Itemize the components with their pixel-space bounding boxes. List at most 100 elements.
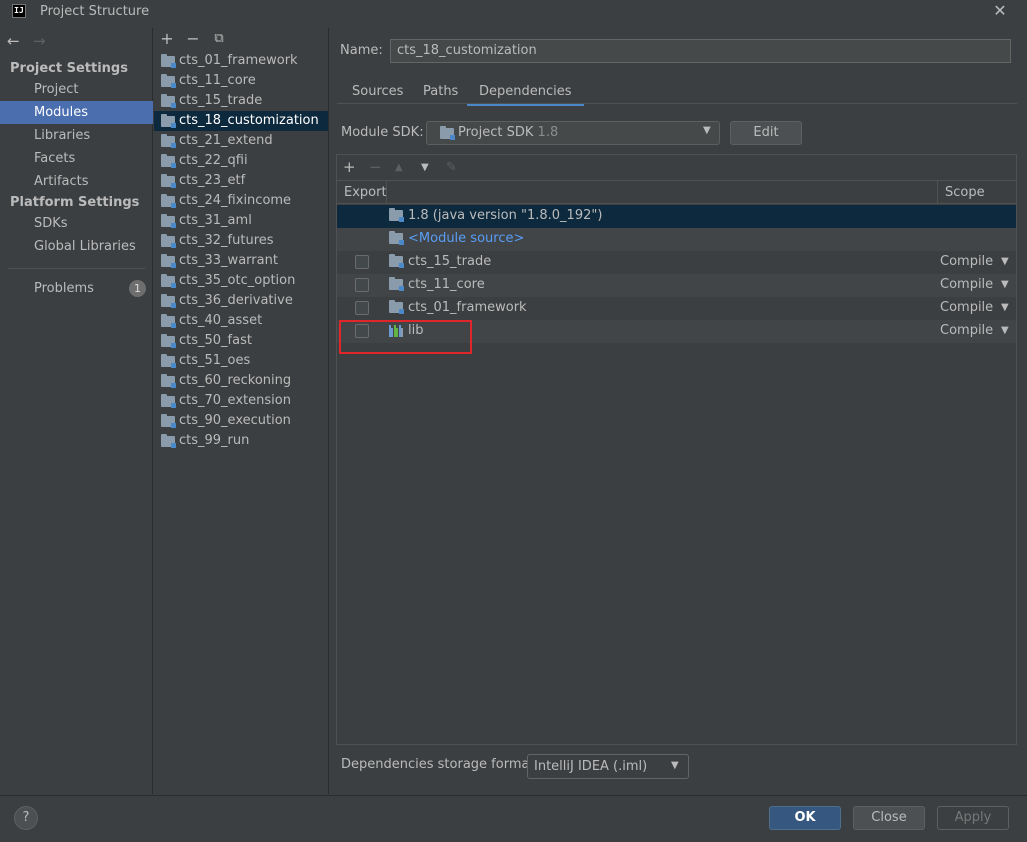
module-item-label: cts_51_oes	[179, 353, 251, 368]
nav-item-facets[interactable]: Facets	[0, 147, 153, 170]
edit-dependency-icon[interactable]: ✎	[446, 160, 457, 175]
module-folder-icon	[389, 300, 404, 314]
module-item-label: cts_99_run	[179, 433, 250, 448]
module-item-label: cts_15_trade	[179, 93, 263, 108]
module-folder-icon	[161, 294, 176, 308]
module-name-input[interactable]: cts_18_customization	[390, 39, 1011, 63]
export-checkbox[interactable]	[355, 301, 369, 315]
module-item-label: cts_31_aml	[179, 213, 252, 228]
chevron-down-icon[interactable]: ▼	[1001, 325, 1009, 336]
scope-column-header[interactable]: Scope	[945, 185, 985, 200]
dependency-name: 1.8 (java version "1.8.0_192")	[408, 208, 603, 223]
export-checkbox[interactable]	[355, 255, 369, 269]
export-column-header[interactable]: Export	[344, 185, 387, 200]
module-item[interactable]: cts_99_run	[154, 431, 328, 451]
module-item[interactable]: cts_60_reckoning	[154, 371, 328, 391]
module-item[interactable]: cts_18_customization	[154, 111, 328, 131]
module-folder-icon	[161, 414, 176, 428]
module-folder-icon	[161, 394, 176, 408]
dependency-row[interactable]: <Module source>	[337, 228, 1016, 251]
column-divider	[937, 181, 938, 203]
add-module-icon[interactable]: +	[157, 30, 177, 48]
nav-item-libraries[interactable]: Libraries	[0, 124, 153, 147]
remove-dependency-icon[interactable]: −	[369, 158, 382, 176]
module-item[interactable]: cts_70_extension	[154, 391, 328, 411]
nav-item-project[interactable]: Project	[0, 78, 153, 101]
back-arrow-icon[interactable]: ←	[7, 32, 20, 50]
title-bar	[0, 0, 1027, 24]
close-window-button[interactable]: ✕	[986, 0, 1014, 24]
highlight-box	[339, 320, 472, 354]
module-folder-icon	[161, 234, 176, 248]
module-folder-icon	[161, 134, 176, 148]
add-dependency-icon[interactable]: +	[343, 158, 356, 176]
module-item[interactable]: cts_35_otc_option	[154, 271, 328, 291]
module-folder-icon	[161, 274, 176, 288]
tab-bar-divider	[337, 103, 1017, 104]
ok-button[interactable]: OK	[769, 806, 841, 830]
chevron-down-icon: ▼	[671, 760, 679, 771]
nav-item-modules[interactable]: Modules	[0, 101, 153, 124]
dependency-row[interactable]: 1.8 (java version "1.8.0_192")	[337, 205, 1016, 228]
module-sdk-version: 1.8	[537, 125, 559, 140]
dependency-scope[interactable]: Compile	[940, 277, 993, 292]
module-item-label: cts_33_warrant	[179, 253, 278, 268]
module-item-label: cts_60_reckoning	[179, 373, 292, 388]
module-item[interactable]: cts_15_trade	[154, 91, 328, 111]
edit-sdk-button[interactable]: Edit	[730, 121, 802, 145]
module-item[interactable]: cts_50_fast	[154, 331, 328, 351]
help-button[interactable]: ?	[14, 806, 38, 830]
dependency-scope[interactable]: Compile	[940, 300, 993, 315]
name-label: Name:	[340, 43, 383, 58]
move-down-icon[interactable]: ▼	[421, 162, 429, 173]
module-folder-icon	[161, 114, 176, 128]
module-item[interactable]: cts_51_oes	[154, 351, 328, 371]
module-item-label: cts_90_execution	[179, 413, 291, 428]
module-item[interactable]: cts_21_extend	[154, 131, 328, 151]
sdk-folder-icon	[440, 126, 455, 140]
nav-item-global-libraries[interactable]: Global Libraries	[0, 235, 153, 258]
module-sdk-value: Project SDK 1.8	[458, 125, 558, 140]
module-item-label: cts_24_fixincome	[179, 193, 292, 208]
module-item[interactable]: cts_32_futures	[154, 231, 328, 251]
module-item[interactable]: cts_24_fixincome	[154, 191, 328, 211]
nav-divider	[8, 268, 145, 269]
module-item[interactable]: cts_31_aml	[154, 211, 328, 231]
remove-module-icon[interactable]: −	[183, 30, 203, 48]
export-checkbox[interactable]	[355, 278, 369, 292]
dependency-scope[interactable]: Compile	[940, 254, 993, 269]
chevron-down-icon[interactable]: ▼	[1001, 256, 1009, 267]
forward-arrow-icon[interactable]: →	[33, 32, 46, 50]
module-folder-icon	[389, 277, 404, 291]
module-item-label: cts_35_otc_option	[179, 273, 296, 288]
module-item-label: cts_40_asset	[179, 313, 263, 328]
module-folder-icon	[161, 194, 176, 208]
nav-item-sdks[interactable]: SDKs	[0, 212, 153, 235]
dependency-row[interactable]: cts_11_core Compile ▼	[337, 274, 1016, 297]
module-item-label: cts_36_derivative	[179, 293, 293, 308]
module-item[interactable]: cts_22_qfii	[154, 151, 328, 171]
module-item[interactable]: cts_90_execution	[154, 411, 328, 431]
module-folder-icon	[389, 254, 404, 268]
close-button[interactable]: Close	[853, 806, 925, 830]
platform-settings-heading: Platform Settings	[10, 195, 140, 210]
nav-item-artifacts[interactable]: Artifacts	[0, 170, 153, 193]
module-item[interactable]: cts_11_core	[154, 71, 328, 91]
module-item[interactable]: cts_33_warrant	[154, 251, 328, 271]
problems-count-badge: 1	[129, 280, 146, 297]
module-folder-icon	[161, 214, 176, 228]
chevron-down-icon[interactable]: ▼	[1001, 279, 1009, 290]
chevron-down-icon[interactable]: ▼	[1001, 302, 1009, 313]
module-item[interactable]: cts_01_framework	[154, 51, 328, 71]
dependency-row[interactable]: cts_01_framework Compile ▼	[337, 297, 1016, 320]
apply-button[interactable]: Apply	[937, 806, 1009, 830]
module-folder-icon	[161, 434, 176, 448]
module-item[interactable]: cts_23_etf	[154, 171, 328, 191]
copy-module-icon[interactable]: ⧉	[209, 30, 229, 48]
dependency-row[interactable]: cts_15_trade Compile ▼	[337, 251, 1016, 274]
module-item[interactable]: cts_40_asset	[154, 311, 328, 331]
dependency-scope[interactable]: Compile	[940, 323, 993, 338]
module-item-label: cts_01_framework	[179, 53, 298, 68]
module-item[interactable]: cts_36_derivative	[154, 291, 328, 311]
move-up-icon[interactable]: ▲	[395, 162, 403, 173]
